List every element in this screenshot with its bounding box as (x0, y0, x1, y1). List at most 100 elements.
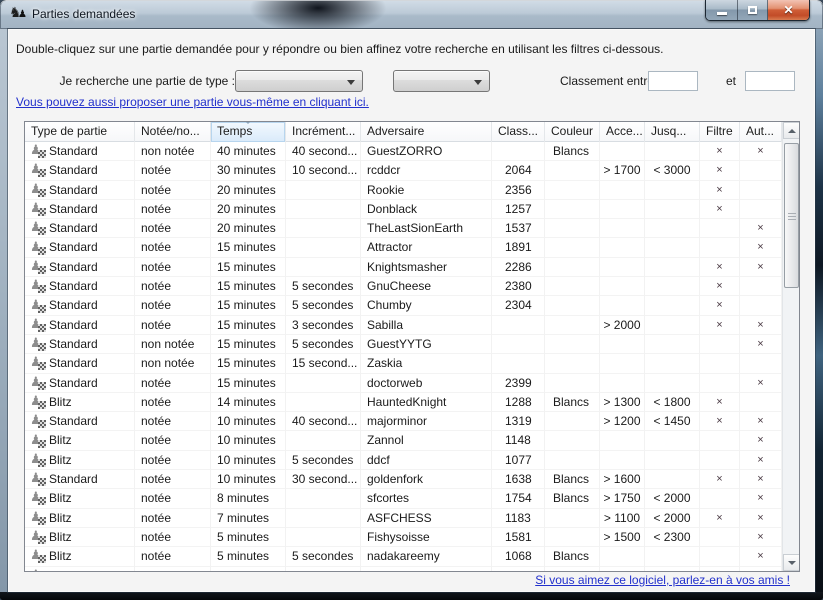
cell-color (545, 431, 600, 450)
game-type-label: Standard (49, 335, 98, 354)
table-row[interactable]: ♟Standardnotée15 minutes5 secondesGnuChe… (25, 277, 782, 296)
table-body: ♟Standardnon notée40 minutes40 second...… (25, 142, 782, 571)
table-row[interactable]: ♟Standardnotée20 minutesTheLastSionEarth… (25, 219, 782, 238)
table-row[interactable]: ♟Blitznotée10 minutesZannol1148× (25, 431, 782, 450)
column-header-adv[interactable]: Adversaire (361, 122, 492, 142)
cell-below (645, 316, 700, 335)
cell-filter (700, 354, 740, 373)
table-row[interactable]: ♟Standardnon notée15 minutes15 second...… (25, 354, 782, 373)
cell-auto: × (740, 489, 782, 508)
cell-time: 40 minutes (211, 142, 286, 161)
table-row[interactable]: ♟Standardnotée15 minutesKnightsmasher228… (25, 258, 782, 277)
column-header-filter[interactable]: Filtre (700, 122, 740, 142)
column-header-type[interactable]: Type de partie (25, 122, 135, 142)
cell-rated: notée (135, 431, 211, 450)
game-type-label: Standard (49, 296, 98, 315)
cell-rated: notée (135, 181, 211, 200)
titlebar[interactable]: ♞ ♟ Parties demandées ✕ (0, 0, 823, 29)
table-row[interactable]: ♟Standardnotée10 minutes40 second...majo… (25, 412, 782, 431)
table-row[interactable]: ♟Blitznotée7 minutesASFCHESS1183> 1100< … (25, 509, 782, 528)
close-button[interactable]: ✕ (768, 0, 809, 20)
game-type-label: Standard (49, 374, 98, 393)
table-row[interactable]: ♟Standardnon notée15 minutes5 secondesGu… (25, 335, 782, 354)
cell-adv: ASFCHESS (361, 509, 492, 528)
column-header-below[interactable]: Jusq... (645, 122, 700, 142)
table-row[interactable]: ♟Standardnotée10 minutes30 second...gold… (25, 470, 782, 489)
table-row[interactable]: ♟Standardnotée15 minutes3 secondesSabill… (25, 316, 782, 335)
table-row[interactable]: ♟Blitznotée8 minutessfcortes1754Blancs> … (25, 489, 782, 508)
minimize-button[interactable] (706, 0, 737, 20)
cell-time: 10 minutes (211, 451, 286, 470)
scroll-up-button[interactable] (783, 122, 800, 139)
cell-auto: × (740, 451, 782, 470)
cell-rating: 1148 (492, 431, 545, 450)
cell-auto: × (740, 431, 782, 450)
cell-type: ♟Blitz (25, 431, 135, 450)
cell-inc: 5 secondes (286, 277, 361, 296)
table-row[interactable]: ♟Blitznotée5 minutes5 secondesnadakareem… (25, 547, 782, 566)
column-header-inc[interactable]: Incrément... (286, 122, 361, 142)
column-header-color[interactable]: Couleur (545, 122, 600, 142)
column-header-time[interactable]: Temps (211, 122, 286, 142)
table-row[interactable]: ♟Blitznotée14 minutesHauntedKnight1288Bl… (25, 393, 782, 412)
table-row[interactable]: ♟Standardnotée15 minutesdoctorweb2399× (25, 374, 782, 393)
table-row[interactable]: ♟Standardnotée15 minutesAttractor1891× (25, 238, 782, 257)
vertical-scrollbar[interactable] (782, 122, 799, 571)
cell-adv: Attractor (361, 238, 492, 257)
game-type-label: Standard (49, 470, 98, 489)
cell-above (600, 200, 645, 219)
cell-above (600, 547, 645, 566)
rating-min-input[interactable] (648, 71, 698, 91)
column-header-rating[interactable]: Class... (492, 122, 545, 142)
cell-above (600, 335, 645, 354)
cell-rated: notée (135, 296, 211, 315)
cell-below (645, 335, 700, 354)
table-row[interactable]: ♟Blitznotée10 minutes5 secondesddcf1077× (25, 451, 782, 470)
cell-rating: 2356 (492, 181, 545, 200)
cell-above (600, 374, 645, 393)
cell-above (600, 238, 645, 257)
intro-text: Double-cliquez sur une partie demandée p… (16, 42, 796, 56)
game-type-label: Standard (49, 258, 98, 277)
scroll-down-button[interactable] (783, 554, 800, 571)
table-row[interactable]: ♟Standardnon notée40 minutes40 second...… (25, 142, 782, 161)
table-row[interactable]: ♟Standardnotée30 minutes10 second...rcdd… (25, 161, 782, 180)
table-row[interactable]: ♟Standardnotée15 minutes5 secondesChumby… (25, 296, 782, 315)
cell-rated: notée (135, 238, 211, 257)
cell-auto: × (740, 509, 782, 528)
scrollbar-thumb[interactable] (784, 143, 799, 288)
cell-below (645, 181, 700, 200)
pawn-board-icon: ♟ (31, 569, 46, 571)
column-header-rated[interactable]: Notée/no... (135, 122, 211, 142)
window-frame-left (0, 29, 8, 592)
cell-inc (286, 489, 361, 508)
game-type-label: Blitz (49, 547, 72, 566)
tell-friends-link[interactable]: Si vous aimez ce logiciel, parlez-en à v… (535, 573, 790, 587)
cell-auto (740, 354, 782, 373)
rating-max-input[interactable] (745, 71, 795, 91)
propose-game-row: Vous pouvez aussi proposer une partie vo… (16, 95, 369, 109)
maximize-button[interactable] (737, 0, 768, 20)
propose-game-link[interactable]: Vous pouvez aussi proposer une partie vo… (16, 95, 369, 109)
column-header-above[interactable]: Acce... (600, 122, 645, 142)
cell-type: ♟Blitz (25, 547, 135, 566)
game-subtype-select[interactable] (393, 70, 490, 92)
column-header-auto[interactable]: Aut... (740, 122, 782, 142)
cell-rated: notée (135, 451, 211, 470)
table-row[interactable]: ♟Standardnotée20 minutesDonblack1257× (25, 200, 782, 219)
cell-above: > 1500 (600, 528, 645, 547)
table-row[interactable]: ♟Standardnotée20 minutesRookie2356× (25, 181, 782, 200)
game-type-label: Standard (49, 161, 98, 180)
table-row[interactable]: ♟Blitznotée5 minutesblik2170× (25, 567, 782, 571)
cell-color (545, 161, 600, 180)
cell-filter: × (700, 181, 740, 200)
cell-inc: 40 second... (286, 142, 361, 161)
pawn-board-icon: ♟ (31, 279, 46, 294)
cell-auto: × (740, 374, 782, 393)
cell-above (600, 296, 645, 315)
game-type-select[interactable] (235, 70, 363, 92)
table-row[interactable]: ♟Blitznotée5 minutesFishysoisse1581> 150… (25, 528, 782, 547)
cell-rating: 2286 (492, 258, 545, 277)
cell-inc (286, 431, 361, 450)
cell-color (545, 296, 600, 315)
